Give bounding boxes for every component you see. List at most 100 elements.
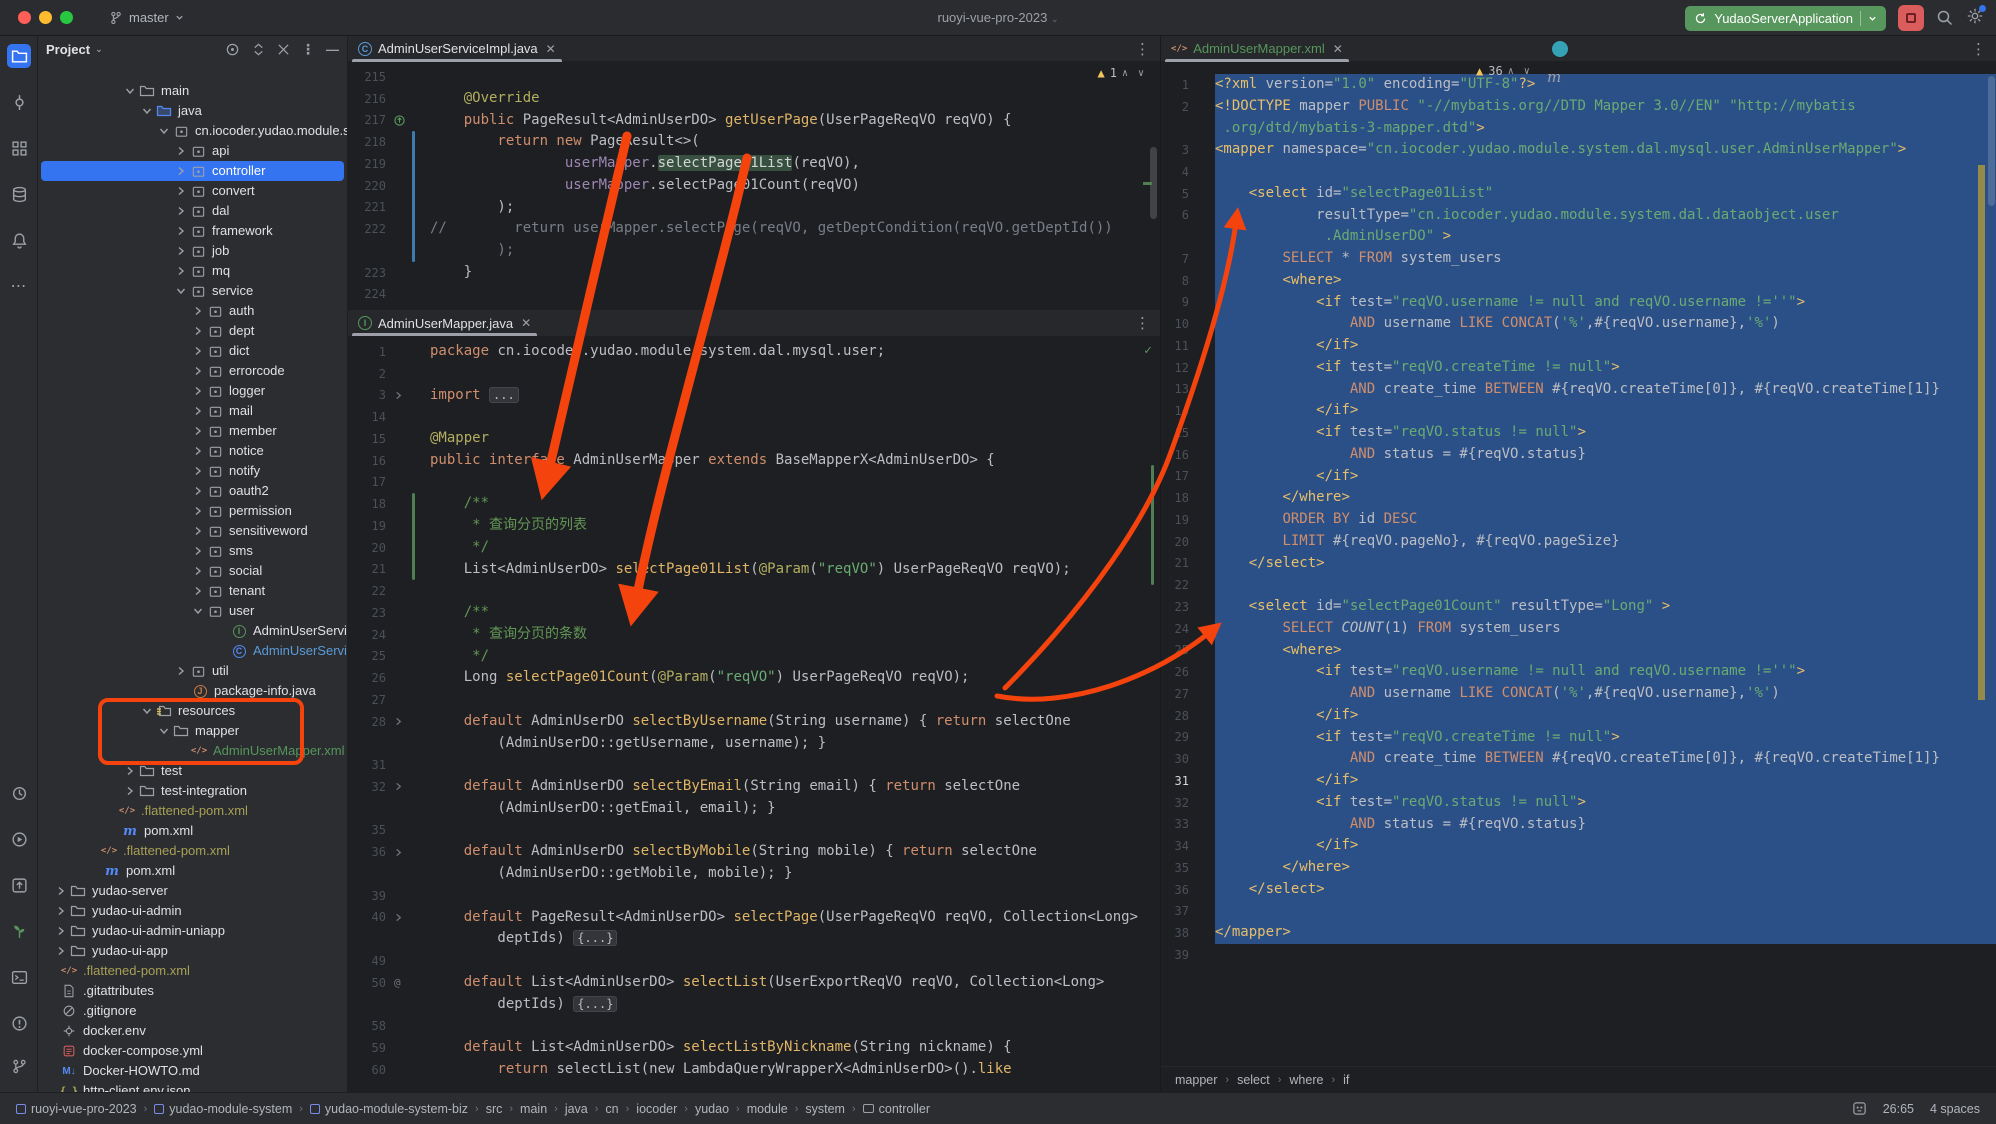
line-number[interactable]: 220 bbox=[348, 179, 386, 193]
chevron-collapsed-icon[interactable] bbox=[190, 303, 206, 319]
line-number[interactable]: 27 bbox=[348, 693, 386, 707]
search-icon[interactable] bbox=[1936, 9, 1954, 27]
chevron-collapsed-icon[interactable] bbox=[190, 523, 206, 539]
close-tab-icon[interactable]: ✕ bbox=[1333, 42, 1343, 56]
collapse-all-icon[interactable] bbox=[277, 43, 290, 56]
tree-item-notify[interactable]: notify bbox=[38, 461, 347, 481]
status-breadcrumb-module[interactable]: module bbox=[747, 1102, 788, 1116]
tree-item--flattened-pom-xml[interactable]: </>.flattened-pom.xml bbox=[38, 961, 347, 981]
minimize-window-button[interactable] bbox=[39, 11, 52, 24]
zoom-window-button[interactable] bbox=[60, 11, 73, 24]
tree-item-api[interactable]: api bbox=[38, 141, 347, 161]
line-number[interactable]: 22 bbox=[348, 584, 386, 598]
line-number[interactable]: 19 bbox=[348, 519, 386, 533]
more-tool-icon[interactable]: ⋯ bbox=[7, 274, 31, 298]
line-number[interactable]: 32 bbox=[1161, 796, 1201, 810]
chevron-collapsed-icon[interactable] bbox=[173, 663, 189, 679]
tree-item-permission[interactable]: permission bbox=[38, 501, 347, 521]
tree-item--flattened-pom-xml[interactable]: </>.flattened-pom.xml bbox=[38, 801, 347, 821]
tree-item-notice[interactable]: notice bbox=[38, 441, 347, 461]
tree-item-util[interactable]: util bbox=[38, 661, 347, 681]
tab-adminusermapper-java[interactable]: I AdminUserMapper.java ✕ bbox=[348, 310, 541, 336]
line-number[interactable]: 36 bbox=[1161, 883, 1201, 897]
line-number[interactable]: 20 bbox=[1161, 535, 1201, 549]
line-number[interactable]: 60 bbox=[348, 1063, 386, 1077]
line-number[interactable]: 35 bbox=[1161, 861, 1201, 875]
tree-item-adminuserserviceimpl[interactable]: CAdminUserServiceImpl bbox=[38, 641, 347, 661]
tree-item--flattened-pom-xml[interactable]: </>.flattened-pom.xml bbox=[38, 841, 347, 861]
tree-item-sensitiveword[interactable]: sensitiveword bbox=[38, 521, 347, 541]
terminal-tool-icon[interactable] bbox=[7, 965, 31, 989]
editor-adminusermapper-xml[interactable]: ▲ 36 ∧ ∨ m 1<?xml version="1.0" encoding… bbox=[1161, 62, 1996, 1066]
tree-item-test[interactable]: test bbox=[38, 761, 347, 781]
line-number[interactable]: 31 bbox=[348, 758, 386, 772]
line-number[interactable]: 7 bbox=[1161, 252, 1201, 266]
chevron-collapsed-icon[interactable] bbox=[53, 903, 69, 919]
line-number[interactable]: 217 bbox=[348, 113, 386, 127]
line-number[interactable]: 36 bbox=[348, 845, 386, 859]
line-number[interactable]: 28 bbox=[348, 715, 386, 729]
line-number[interactable]: 16 bbox=[348, 454, 386, 468]
tree-item-yudao-ui-admin[interactable]: yudao-ui-admin bbox=[38, 901, 347, 921]
tree-item-resources[interactable]: resources bbox=[38, 701, 347, 721]
editor-options-icon[interactable]: ⋮ bbox=[1135, 40, 1160, 58]
chevron-collapsed-icon[interactable] bbox=[190, 363, 206, 379]
tree-item-mq[interactable]: mq bbox=[38, 261, 347, 281]
line-number[interactable]: 219 bbox=[348, 157, 386, 171]
tree-item-dal[interactable]: dal bbox=[38, 201, 347, 221]
line-number[interactable]: 37 bbox=[1161, 904, 1201, 918]
close-window-button[interactable] bbox=[18, 11, 31, 24]
tree-item-service[interactable]: service bbox=[38, 281, 347, 301]
line-number[interactable]: 20 bbox=[348, 541, 386, 555]
editor-adminuserserviceimpl[interactable]: ▲ 1 ∧ ∨ 215216 @Override217 public PageR… bbox=[348, 62, 1160, 310]
tree-item-mail[interactable]: mail bbox=[38, 401, 347, 421]
chevron-collapsed-icon[interactable] bbox=[190, 343, 206, 359]
line-number[interactable]: 14 bbox=[348, 410, 386, 424]
line-number[interactable]: 31 bbox=[1161, 774, 1201, 788]
prev-next-warning-icons[interactable]: ∧ ∨ bbox=[1508, 66, 1532, 77]
chevron-collapsed-icon[interactable] bbox=[190, 503, 206, 519]
chevron-expanded-icon[interactable] bbox=[173, 283, 189, 299]
editor-options-icon[interactable]: ⋮ bbox=[1971, 40, 1996, 58]
tree-item-job[interactable]: job bbox=[38, 241, 347, 261]
line-number[interactable]: 12 bbox=[1161, 361, 1201, 375]
chevron-collapsed-icon[interactable] bbox=[190, 483, 206, 499]
history-tool-icon[interactable] bbox=[7, 781, 31, 805]
line-number[interactable]: 49 bbox=[348, 954, 386, 968]
line-number[interactable]: 5 bbox=[1161, 187, 1201, 201]
chevron-collapsed-icon[interactable] bbox=[53, 883, 69, 899]
status-breadcrumb-java[interactable]: java bbox=[565, 1102, 588, 1116]
chevron-expanded-icon[interactable] bbox=[156, 123, 172, 139]
tab-adminuserserviceimpl[interactable]: C AdminUserServiceImpl.java ✕ bbox=[348, 36, 566, 62]
line-number[interactable]: 223 bbox=[348, 266, 386, 280]
structure-tool-icon[interactable] bbox=[7, 136, 31, 160]
project-tool-icon[interactable] bbox=[7, 44, 31, 68]
tree-item--gitattributes[interactable]: .gitattributes bbox=[38, 981, 347, 1001]
status-breadcrumb-controller[interactable]: controller bbox=[863, 1102, 930, 1116]
chevron-collapsed-icon[interactable] bbox=[173, 143, 189, 159]
chevron-collapsed-icon[interactable] bbox=[53, 943, 69, 959]
tree-item-dict[interactable]: dict bbox=[38, 341, 347, 361]
line-number[interactable]: 10 bbox=[1161, 317, 1201, 331]
tree-item-controller[interactable]: controller bbox=[38, 161, 347, 181]
tree-item-oauth2[interactable]: oauth2 bbox=[38, 481, 347, 501]
git-branch-widget[interactable]: master bbox=[109, 10, 184, 25]
line-number[interactable]: 35 bbox=[348, 823, 386, 837]
line-number[interactable]: 50 bbox=[348, 976, 386, 990]
tree-item-social[interactable]: social bbox=[38, 561, 347, 581]
chevron-expanded-icon[interactable] bbox=[139, 103, 155, 119]
line-number[interactable]: 15 bbox=[348, 432, 386, 446]
line-number[interactable]: 15 bbox=[1161, 426, 1201, 440]
line-number[interactable]: 23 bbox=[1161, 600, 1201, 614]
status-breadcrumb-main[interactable]: main bbox=[520, 1102, 547, 1116]
status-breadcrumb-cn[interactable]: cn bbox=[605, 1102, 618, 1116]
line-number[interactable]: 215 bbox=[348, 70, 386, 84]
tree-item-framework[interactable]: framework bbox=[38, 221, 347, 241]
chevron-collapsed-icon[interactable] bbox=[173, 243, 189, 259]
tree-item-yudao-server[interactable]: yudao-server bbox=[38, 881, 347, 901]
chevron-collapsed-icon[interactable] bbox=[173, 223, 189, 239]
chevron-collapsed-icon[interactable] bbox=[190, 563, 206, 579]
settings-button[interactable] bbox=[1966, 7, 1984, 30]
line-number[interactable]: 25 bbox=[348, 649, 386, 663]
line-number[interactable]: 17 bbox=[348, 475, 386, 489]
